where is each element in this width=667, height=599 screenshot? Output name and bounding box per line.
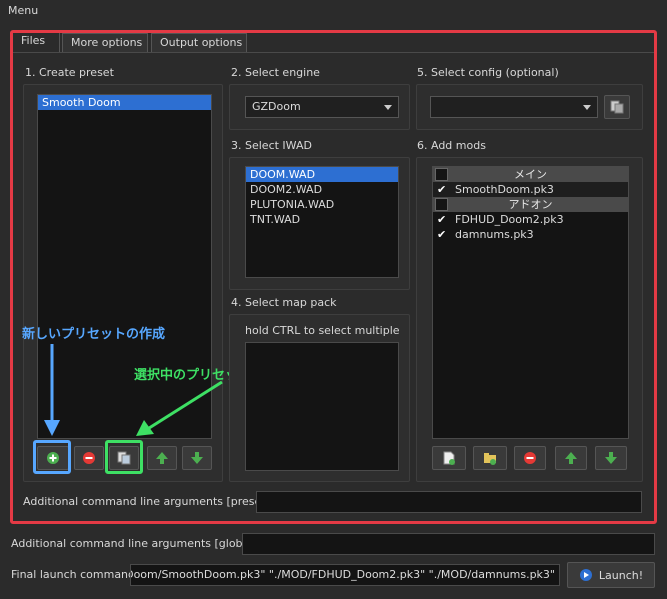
select-engine-label: 2. Select engine bbox=[231, 66, 320, 79]
iwad-item[interactable]: PLUTONIA.WAD bbox=[246, 197, 398, 212]
select-config-label: 5. Select config (optional) bbox=[417, 66, 559, 79]
launch-command-field[interactable]: th Doom/SmoothDoom.pk3" "./MOD/FDHUD_Doo… bbox=[130, 564, 560, 586]
mods-group-header-label: メイン bbox=[514, 168, 547, 181]
menu-bar[interactable]: Menu bbox=[0, 0, 667, 22]
select-iwad-label: 3. Select IWAD bbox=[231, 139, 312, 152]
preset-item[interactable]: Smooth Doom bbox=[38, 95, 211, 110]
launch-command-label: Final launch command bbox=[11, 568, 136, 581]
mods-group-header[interactable]: アドオン bbox=[433, 197, 628, 212]
mods-list[interactable]: メイン ✔ SmoothDoom.pk3 アドオン ✔ FDHUD_Doom2.… bbox=[432, 166, 629, 439]
new-preset-annotation: 新しいプリセットの作成 bbox=[22, 327, 166, 342]
check-icon[interactable]: ✔ bbox=[437, 182, 446, 197]
engine-select-value: GZDoom bbox=[252, 100, 301, 113]
tab-output-options-label: Output options bbox=[160, 36, 243, 49]
mod-item-label: FDHUD_Doom2.pk3 bbox=[455, 213, 564, 226]
launch-command-value: th Doom/SmoothDoom.pk3" "./MOD/FDHUD_Doo… bbox=[130, 568, 555, 581]
arrow-up-icon bbox=[565, 452, 577, 464]
green-arrow-icon bbox=[136, 380, 223, 436]
arrow-down-icon bbox=[191, 452, 203, 464]
launch-button-label: Launch! bbox=[598, 568, 644, 582]
iwad-item[interactable]: DOOM2.WAD bbox=[246, 182, 398, 197]
engine-select[interactable]: GZDoom bbox=[245, 96, 399, 118]
preset-args-input[interactable] bbox=[256, 491, 642, 513]
mod-item[interactable]: ✔ SmoothDoom.pk3 bbox=[433, 182, 628, 197]
move-mod-up-button[interactable] bbox=[555, 446, 587, 470]
preset-args-label: Additional command line arguments [prese… bbox=[23, 495, 270, 508]
select-map-pack-label: 4. Select map pack bbox=[231, 296, 337, 309]
global-args-label: Additional command line arguments [globa… bbox=[11, 537, 257, 550]
mod-item[interactable]: ✔ damnums.pk3 bbox=[433, 227, 628, 242]
tab-files-label: Files bbox=[21, 34, 46, 47]
arrow-down-icon bbox=[605, 452, 617, 464]
play-icon bbox=[579, 569, 592, 581]
add-mod-folder-button[interactable] bbox=[473, 446, 507, 470]
clone-preset-highlight bbox=[105, 440, 143, 474]
move-preset-up-button[interactable] bbox=[147, 446, 177, 470]
group-checkbox[interactable] bbox=[435, 198, 448, 211]
move-preset-down-button[interactable] bbox=[182, 446, 212, 470]
move-mod-down-button[interactable] bbox=[595, 446, 627, 470]
check-icon[interactable]: ✔ bbox=[437, 212, 446, 227]
chevron-down-icon bbox=[384, 105, 392, 110]
mods-group-header[interactable]: メイン bbox=[433, 167, 628, 182]
mods-group-header-label: アドオン bbox=[508, 198, 553, 211]
iwad-list[interactable]: DOOM.WAD DOOM2.WAD PLUTONIA.WAD TNT.WAD bbox=[245, 166, 399, 278]
map-pack-hint: hold CTRL to select multiple bbox=[245, 324, 400, 337]
group-checkbox[interactable] bbox=[435, 168, 448, 181]
chevron-down-icon bbox=[583, 105, 591, 110]
delete-preset-button[interactable] bbox=[74, 446, 104, 470]
add-mods-label: 6. Add mods bbox=[417, 139, 486, 152]
map-pack-list[interactable] bbox=[245, 342, 399, 471]
iwad-item[interactable]: DOOM.WAD bbox=[246, 167, 398, 182]
remove-icon bbox=[83, 452, 95, 464]
copy-config-button[interactable] bbox=[604, 95, 630, 119]
arrow-up-icon bbox=[156, 452, 168, 464]
iwad-item[interactable]: TNT.WAD bbox=[246, 212, 398, 227]
tab-output-options[interactable]: Output options bbox=[151, 33, 247, 53]
mod-item-label: SmoothDoom.pk3 bbox=[455, 183, 554, 196]
mod-item[interactable]: ✔ FDHUD_Doom2.pk3 bbox=[433, 212, 628, 227]
menu-label[interactable]: Menu bbox=[8, 4, 38, 17]
tab-files[interactable]: Files bbox=[12, 31, 60, 53]
create-preset-label: 1. Create preset bbox=[25, 66, 114, 79]
tab-more-options-label: More options bbox=[71, 36, 143, 49]
copy-icon bbox=[610, 100, 624, 114]
remove-mod-button[interactable] bbox=[514, 446, 546, 470]
tab-more-options[interactable]: More options bbox=[62, 33, 148, 53]
mod-item-label: damnums.pk3 bbox=[455, 228, 534, 241]
launch-button[interactable]: Launch! bbox=[567, 562, 655, 588]
check-icon[interactable]: ✔ bbox=[437, 227, 446, 242]
config-select[interactable] bbox=[430, 96, 598, 118]
new-file-icon bbox=[443, 451, 455, 465]
global-args-input[interactable] bbox=[242, 533, 655, 555]
new-preset-highlight bbox=[33, 440, 71, 474]
blue-arrow-icon bbox=[44, 344, 60, 436]
remove-icon bbox=[524, 452, 536, 464]
add-mod-file-button[interactable] bbox=[432, 446, 466, 470]
folder-icon bbox=[484, 453, 496, 465]
